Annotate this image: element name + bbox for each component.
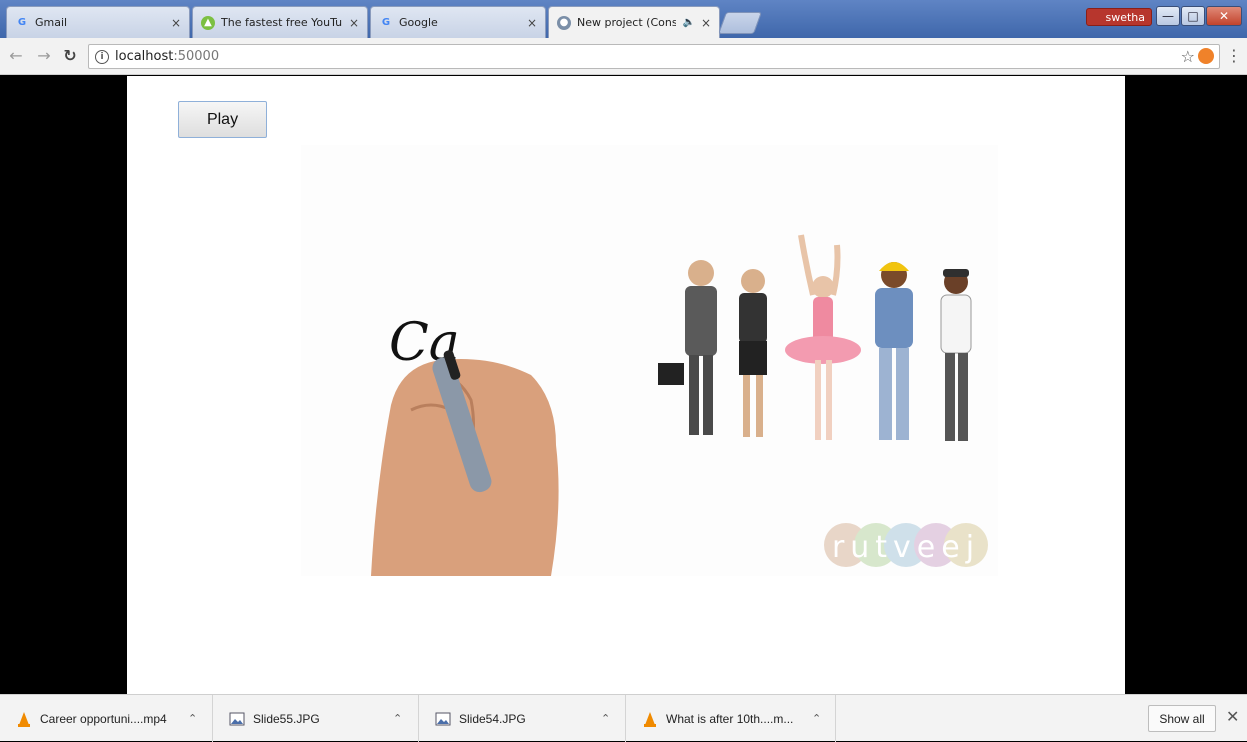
kebab-menu-icon[interactable]: ⋮ <box>1226 46 1242 65</box>
maximize-button[interactable]: □ <box>1181 6 1205 26</box>
tab-youtube-downloader[interactable]: ▲ The fastest free YouTube × <box>192 6 368 38</box>
play-button[interactable]: Play <box>178 101 267 138</box>
window-title-bar: G Gmail × ▲ The fastest free YouTube × G… <box>0 0 1247 38</box>
chevron-up-icon[interactable]: ⌃ <box>393 712 402 725</box>
download-filename: Career opportuni....mp4 <box>40 711 167 726</box>
close-icon[interactable]: × <box>701 16 711 30</box>
tab-google[interactable]: G Google × <box>370 6 546 38</box>
close-icon[interactable]: × <box>171 16 181 30</box>
download-item[interactable]: Slide54.JPG ⌃ <box>419 695 626 742</box>
window-close-button[interactable]: ✕ <box>1206 6 1242 26</box>
android-icon: ▲ <box>201 15 215 30</box>
download-filename: What is after 10th....m... <box>666 711 794 726</box>
vlc-cone-icon <box>16 711 32 727</box>
extension-icon[interactable] <box>1198 48 1214 64</box>
close-icon[interactable]: ✕ <box>1226 707 1239 726</box>
tab-label: The fastest free YouTube <box>221 16 343 29</box>
video-frame[interactable]: Ca rutveej <box>301 145 998 576</box>
hand-with-marker <box>371 350 559 576</box>
google-g-icon: G <box>17 17 27 28</box>
close-icon[interactable]: × <box>349 16 359 30</box>
download-item[interactable]: What is after 10th....m... ⌃ <box>626 695 836 742</box>
tab-gmail[interactable]: G Gmail × <box>6 6 190 38</box>
watermark: rutveej <box>824 523 988 567</box>
image-file-icon <box>229 711 245 727</box>
download-filename: Slide54.JPG <box>459 711 526 726</box>
chevron-up-icon[interactable]: ⌃ <box>188 712 197 725</box>
audio-playing-icon[interactable]: 🔈 <box>682 17 694 28</box>
app-icon: ● <box>557 15 571 30</box>
bookmark-star-icon[interactable]: ☆ <box>1181 47 1195 66</box>
tab-label: New project (Construc <box>577 16 676 29</box>
info-icon[interactable]: i <box>95 49 109 64</box>
google-g-icon: G <box>381 17 391 28</box>
download-item[interactable]: Career opportuni....mp4 ⌃ <box>0 695 213 742</box>
back-arrow-icon[interactable]: ← <box>6 46 26 65</box>
page-content: Play Ca rutveej <box>127 76 1125 694</box>
download-item[interactable]: Slide55.JPG ⌃ <box>213 695 419 742</box>
image-file-icon <box>435 711 451 727</box>
tab-label: Gmail <box>35 16 68 29</box>
url-host: localhost <box>115 49 174 64</box>
vlc-cone-icon <box>642 711 658 727</box>
new-tab-button[interactable] <box>717 12 763 34</box>
chevron-up-icon[interactable]: ⌃ <box>601 712 610 725</box>
download-filename: Slide55.JPG <box>253 711 320 726</box>
watermark-text: rutveej <box>832 530 980 565</box>
profile-button[interactable]: swetha <box>1086 8 1152 26</box>
browser-toolbar: ← → ↻ i localhost:50000 ☆ ⋮ <box>0 38 1247 75</box>
address-bar[interactable]: i localhost:50000 ☆ <box>88 44 1220 69</box>
chevron-up-icon[interactable]: ⌃ <box>812 712 821 725</box>
close-icon[interactable]: × <box>527 16 537 30</box>
tab-label: Google <box>399 16 438 29</box>
url-port: :50000 <box>173 49 220 64</box>
show-all-downloads-button[interactable]: Show all <box>1148 705 1216 732</box>
download-shelf: Career opportuni....mp4 ⌃ Slide55.JPG ⌃ … <box>0 694 1247 742</box>
tab-new-project[interactable]: ● New project (Construc 🔈 × <box>548 6 720 38</box>
people-illustration <box>658 234 972 441</box>
minimize-button[interactable]: — <box>1156 6 1180 26</box>
video-illustration: Ca rutveej <box>371 234 988 576</box>
forward-arrow-icon[interactable]: → <box>34 46 54 65</box>
reload-icon[interactable]: ↻ <box>60 46 80 65</box>
